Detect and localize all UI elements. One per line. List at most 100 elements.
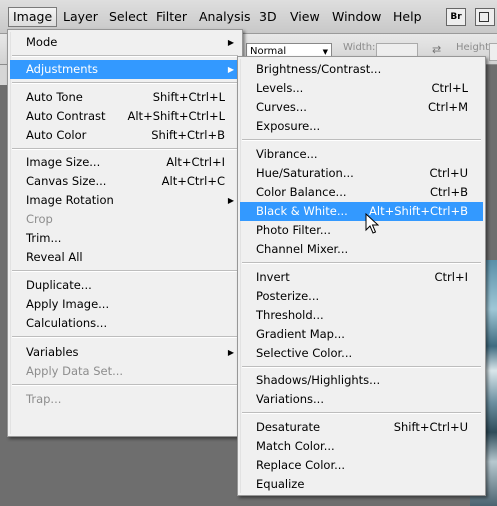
menu-item-auto-color[interactable]: Auto Color Shift+Ctrl+B — [10, 126, 240, 145]
menu-item-label: Threshold... — [256, 308, 324, 322]
menu-item-duplicate[interactable]: Duplicate... — [10, 276, 240, 295]
menu-help[interactable]: Help — [391, 8, 424, 26]
menu-item-label: Apply Image... — [26, 297, 110, 311]
submenu-arrow-icon: ▶ — [227, 196, 234, 205]
menu-item-label: Variations... — [256, 392, 324, 406]
menu-view[interactable]: View — [288, 8, 322, 26]
menu-item-invert[interactable]: Invert Ctrl+I — [240, 268, 483, 287]
menu-item-label: Curves... — [256, 100, 307, 114]
separator — [12, 82, 238, 84]
image-menu: Mode ▶ Adjustments ▶ Auto Tone Shift+Ctr… — [7, 29, 243, 437]
menu-filter[interactable]: Filter — [154, 8, 189, 26]
menu-item-channel-mixer[interactable]: Channel Mixer... — [240, 240, 483, 259]
menu-item-label: Vibrance... — [256, 147, 318, 161]
menu-item-adjustments[interactable]: Adjustments ▶ — [10, 60, 240, 79]
menu-item-shortcut: Alt+Shift+Ctrl+L — [127, 109, 226, 123]
swap-icon[interactable]: ⇄ — [432, 43, 441, 56]
menu-item-exposure[interactable]: Exposure... — [240, 117, 483, 136]
menu-item-label: Duplicate... — [26, 278, 92, 292]
menu-item-label: Trap... — [26, 392, 62, 406]
menu-item-levels[interactable]: Levels... Ctrl+L — [240, 79, 483, 98]
mouse-pointer-icon — [365, 213, 379, 234]
separator — [242, 262, 481, 264]
menu-item-label: Auto Contrast — [26, 109, 106, 123]
menu-item-label: Reveal All — [26, 250, 83, 264]
submenu-arrow-icon: ▶ — [227, 38, 234, 47]
menu-item-brightness-contrast[interactable]: Brightness/Contrast... — [240, 60, 483, 79]
menu-3d[interactable]: 3D — [257, 8, 279, 26]
menu-item-calculations[interactable]: Calculations... — [10, 314, 240, 333]
menu-item-auto-contrast[interactable]: Auto Contrast Alt+Shift+Ctrl+L — [10, 107, 240, 126]
menu-item-mode[interactable]: Mode ▶ — [10, 33, 240, 52]
menu-item-canvas-size[interactable]: Canvas Size... Alt+Ctrl+C — [10, 172, 240, 191]
menu-item-apply-image[interactable]: Apply Image... — [10, 295, 240, 314]
menu-item-curves[interactable]: Curves... Ctrl+M — [240, 98, 483, 117]
menu-item-label: Auto Tone — [26, 90, 83, 104]
menu-item-threshold[interactable]: Threshold... — [240, 306, 483, 325]
menu-item-label: Adjustments — [26, 62, 99, 76]
screen-mode-icon[interactable] — [475, 8, 495, 26]
menu-item-auto-tone[interactable]: Auto Tone Shift+Ctrl+L — [10, 88, 240, 107]
menu-item-label: Selective Color... — [256, 346, 353, 360]
menu-item-posterize[interactable]: Posterize... — [240, 287, 483, 306]
menu-item-hue-saturation[interactable]: Hue/Saturation... Ctrl+U — [240, 164, 483, 183]
menu-item-shortcut: Ctrl+L — [431, 81, 468, 95]
menu-item-image-size[interactable]: Image Size... Alt+Ctrl+I — [10, 153, 240, 172]
height-field[interactable] — [489, 43, 497, 61]
menu-item-variables[interactable]: Variables ▶ — [10, 343, 240, 362]
submenu-arrow-icon: ▶ — [227, 65, 234, 74]
menu-item-variations[interactable]: Variations... — [240, 390, 483, 409]
menu-item-shortcut: Shift+Ctrl+B — [151, 128, 225, 142]
menu-item-shortcut: Alt+Ctrl+I — [166, 155, 225, 169]
menu-item-label: Black & White... — [256, 204, 348, 218]
menu-item-black-white[interactable]: Black & White... Alt+Shift+Ctrl+B — [240, 202, 483, 221]
menu-item-crop: Crop — [10, 210, 240, 229]
menu-image[interactable]: Image — [8, 7, 58, 27]
menu-item-label: Crop — [26, 212, 53, 226]
menu-item-selective-color[interactable]: Selective Color... — [240, 344, 483, 363]
menu-item-label: Channel Mixer... — [256, 242, 349, 256]
adjustments-submenu: Brightness/Contrast... Levels... Ctrl+L … — [237, 56, 486, 496]
menu-item-shortcut: Shift+Ctrl+L — [152, 90, 225, 104]
menu-item-photo-filter[interactable]: Photo Filter... — [240, 221, 483, 240]
menu-item-shortcut: Alt+Shift+Ctrl+B — [369, 204, 468, 218]
menu-item-gradient-map[interactable]: Gradient Map... — [240, 325, 483, 344]
menu-item-label: Hue/Saturation... — [256, 166, 354, 180]
menu-item-match-color[interactable]: Match Color... — [240, 437, 483, 456]
menu-item-vibrance[interactable]: Vibrance... — [240, 145, 483, 164]
menu-item-reveal-all[interactable]: Reveal All — [10, 248, 240, 267]
menu-item-color-balance[interactable]: Color Balance... Ctrl+B — [240, 183, 483, 202]
submenu-arrow-icon: ▶ — [227, 348, 234, 357]
menu-item-label: Canvas Size... — [26, 174, 107, 188]
menu-item-trim[interactable]: Trim... — [10, 229, 240, 248]
bridge-button[interactable]: Br — [446, 8, 466, 26]
menu-item-shortcut: Shift+Ctrl+U — [393, 420, 468, 434]
menu-window[interactable]: Window — [330, 8, 383, 26]
menu-item-desaturate[interactable]: Desaturate Shift+Ctrl+U — [240, 418, 483, 437]
menu-item-equalize[interactable]: Equalize — [240, 475, 483, 494]
menu-item-label: Apply Data Set... — [26, 364, 124, 378]
menu-item-image-rotation[interactable]: Image Rotation ▶ — [10, 191, 240, 210]
menu-select[interactable]: Select — [107, 8, 150, 26]
menu-item-replace-color[interactable]: Replace Color... — [240, 456, 483, 475]
menu-item-label: Levels... — [256, 81, 304, 95]
separator — [12, 55, 238, 57]
separator — [12, 270, 238, 272]
menu-item-label: Posterize... — [256, 289, 320, 303]
menu-item-label: Image Size... — [26, 155, 101, 169]
separator — [12, 384, 238, 386]
height-label: Height: — [456, 42, 493, 53]
separator — [242, 366, 481, 368]
menu-analysis[interactable]: Analysis — [197, 8, 253, 26]
menu-item-shadows-highlights[interactable]: Shadows/Highlights... — [240, 371, 483, 390]
menu-item-label: Invert — [256, 270, 290, 284]
menu-item-shortcut: Ctrl+B — [430, 185, 468, 199]
menu-item-label: Image Rotation — [26, 193, 114, 207]
separator — [12, 148, 238, 150]
menu-item-label: Exposure... — [256, 119, 321, 133]
menu-layer[interactable]: Layer — [61, 8, 100, 26]
menu-item-label: Gradient Map... — [256, 327, 345, 341]
menu-item-label: Color Balance... — [256, 185, 347, 199]
separator — [242, 412, 481, 414]
menu-item-label: Mode — [26, 35, 58, 49]
